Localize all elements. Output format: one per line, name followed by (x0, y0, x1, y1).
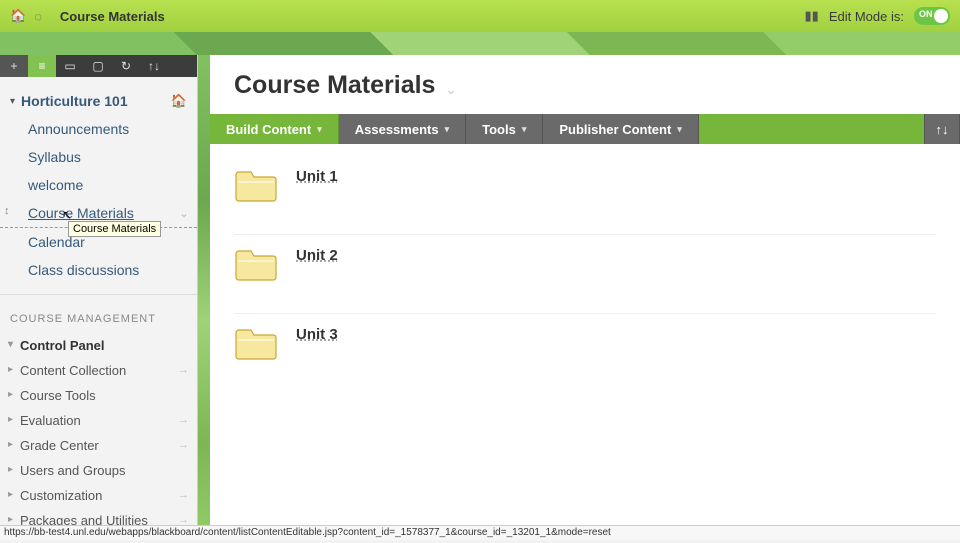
mgmt-customization[interactable]: ▸ Customization → (0, 483, 197, 508)
sidebar-item-label: Class discussions (28, 262, 139, 278)
actionbar-spacer (699, 114, 924, 144)
content-item[interactable]: Unit 3 (234, 314, 936, 392)
refresh-button[interactable]: ↻ (112, 55, 140, 77)
mgmt-item-label: Evaluation (20, 413, 81, 428)
main-content: Course Materials ⌄ Build Content ▾ Asses… (210, 55, 960, 540)
mgmt-item-label: Customization (20, 488, 102, 503)
course-home-icon[interactable]: 🏠 (171, 93, 187, 109)
edit-mode-label: Edit Mode is: (829, 9, 904, 24)
chevron-down-icon: ▾ (677, 124, 682, 135)
sort-button[interactable]: ↑↓ (924, 114, 960, 144)
assessments-button[interactable]: Assessments ▾ (339, 114, 466, 144)
theme-side-strip (198, 55, 210, 540)
button-label: Build Content (226, 122, 311, 137)
chevron-right-icon: ▸ (8, 464, 13, 475)
toggle-on-label: ON (919, 9, 933, 19)
sidebar-item-label: Course Materials (28, 205, 134, 221)
theme-banner (0, 32, 960, 55)
chevron-down-icon: ▾ (317, 124, 322, 135)
mgmt-item-label: Control Panel (20, 338, 105, 353)
chevron-right-icon: ▸ (8, 439, 13, 450)
reorder-handle-icon[interactable]: ↕ (4, 205, 10, 217)
sidebar: + ≡ ▭ ▢ ↻ ↑↓ ▾ Horticulture 101 🏠 Announ… (0, 55, 198, 540)
mgmt-item-label: Course Tools (20, 388, 96, 403)
tools-button[interactable]: Tools ▾ (466, 114, 543, 144)
chevron-down-icon: ▾ (8, 339, 13, 350)
list-view-button[interactable]: ≡ (28, 55, 56, 77)
folder-icon (234, 168, 278, 202)
chevron-down-icon: ▾ (522, 124, 527, 135)
add-item-button[interactable]: + (0, 55, 28, 77)
unit-title[interactable]: Unit 3 (296, 326, 338, 343)
tooltip: Course Materials (68, 221, 161, 237)
home-icon[interactable]: 🏠 (10, 8, 26, 24)
item-options-icon[interactable]: ⌄ (179, 206, 189, 220)
mgmt-course-tools[interactable]: ▸ Course Tools (0, 383, 197, 408)
mgmt-users-groups[interactable]: ▸ Users and Groups (0, 458, 197, 483)
globe-icon[interactable]: ◌ (34, 9, 42, 24)
chevron-right-icon: ▸ (8, 364, 13, 375)
page-title: Course Materials (234, 71, 435, 100)
mgmt-item-label: Users and Groups (20, 463, 126, 478)
chart-icon[interactable]: ▮▮ (805, 8, 819, 24)
course-title[interactable]: Horticulture 101 (21, 93, 171, 109)
build-content-button[interactable]: Build Content ▾ (210, 114, 339, 144)
sidebar-item-label: welcome (28, 177, 83, 193)
sidebar-item-class-discussions[interactable]: Class discussions (0, 256, 197, 284)
mgmt-grade-center[interactable]: ▸ Grade Center → (0, 433, 197, 458)
button-label: Publisher Content (559, 122, 671, 137)
mgmt-evaluation[interactable]: ▸ Evaluation → (0, 408, 197, 433)
button-label: Tools (482, 122, 516, 137)
topbar: 🏠 ◌ Course Materials ▮▮ Edit Mode is: ON (0, 0, 960, 32)
content-list: Unit 1 Unit 2 Unit 3 (210, 144, 960, 404)
button-label: Assessments (355, 122, 439, 137)
toggle-knob-icon (934, 9, 948, 23)
folder-icon (234, 247, 278, 281)
mgmt-item-label: Content Collection (20, 363, 126, 378)
chevron-right-icon: ▸ (8, 414, 13, 425)
page-options-icon[interactable]: ⌄ (445, 81, 457, 97)
chevron-right-icon: ▸ (8, 489, 13, 500)
go-arrow-icon[interactable]: → (178, 439, 189, 451)
mgmt-content-collection[interactable]: ▸ Content Collection → (0, 358, 197, 383)
unit-title[interactable]: Unit 2 (296, 247, 338, 264)
course-management-header: COURSE MANAGEMENT (0, 294, 197, 333)
statusbar: https://bb-test4.unl.edu/webapps/blackbo… (0, 525, 960, 540)
course-menu: ▾ Horticulture 101 🏠 Announcements Sylla… (0, 77, 197, 543)
go-arrow-icon[interactable]: → (178, 489, 189, 501)
content-item[interactable]: Unit 2 (234, 235, 936, 314)
folder-icon (234, 326, 278, 360)
content-item[interactable]: Unit 1 (234, 156, 936, 235)
sidebar-item-welcome[interactable]: welcome (0, 171, 197, 199)
actionbar: Build Content ▾ Assessments ▾ Tools ▾ Pu… (210, 114, 960, 144)
sidebar-item-syllabus[interactable]: Syllabus (0, 143, 197, 171)
display-view-button[interactable]: ▢ (84, 55, 112, 77)
sort-icon: ↑↓ (936, 122, 949, 137)
sidebar-item-course-materials[interactable]: ↕ Course Materials ⌄ ↖ Course Materials (0, 199, 197, 228)
edit-mode-toggle[interactable]: ON (914, 7, 950, 25)
go-arrow-icon[interactable]: → (178, 414, 189, 426)
status-url: https://bb-test4.unl.edu/webapps/blackbo… (4, 527, 611, 538)
sidebar-toolbar: + ≡ ▭ ▢ ↻ ↑↓ (0, 55, 197, 77)
sidebar-item-label: Syllabus (28, 149, 81, 165)
chevron-right-icon: ▸ (8, 514, 13, 525)
reorder-button[interactable]: ↑↓ (140, 55, 168, 77)
unit-title[interactable]: Unit 1 (296, 168, 338, 185)
chevron-right-icon: ▸ (8, 389, 13, 400)
sidebar-item-label: Announcements (28, 121, 129, 137)
sidebar-item-announcements[interactable]: Announcements (0, 115, 197, 143)
breadcrumb[interactable]: Course Materials (60, 9, 165, 24)
mgmt-item-label: Grade Center (20, 438, 99, 453)
folder-view-button[interactable]: ▭ (56, 55, 84, 77)
publisher-content-button[interactable]: Publisher Content ▾ (543, 114, 698, 144)
chevron-down-icon: ▾ (445, 124, 450, 135)
collapse-menu-icon[interactable]: ▾ (10, 96, 15, 107)
go-arrow-icon[interactable]: → (178, 364, 189, 376)
mgmt-control-panel[interactable]: ▾ Control Panel (0, 333, 197, 358)
